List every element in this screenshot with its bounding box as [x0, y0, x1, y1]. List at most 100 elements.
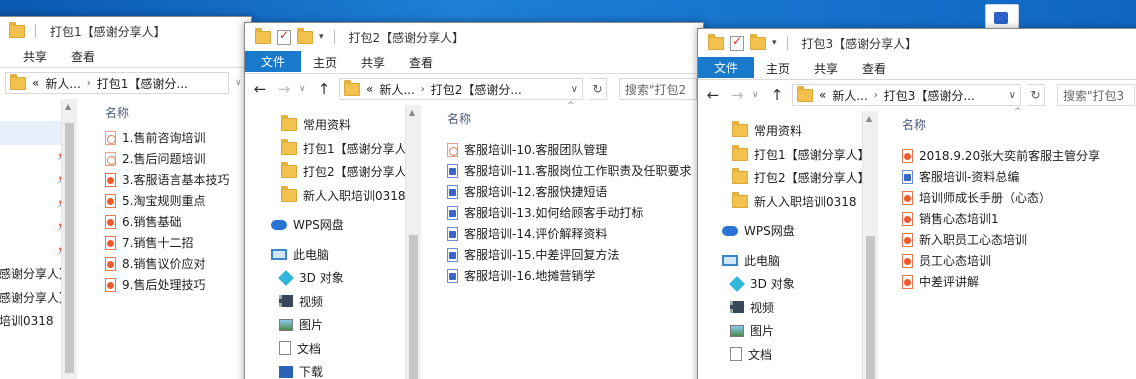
- tab-view[interactable]: 查看: [850, 57, 898, 79]
- nav-item-this-pc[interactable]: 此电脑: [245, 243, 421, 267]
- nav-item-pictures[interactable]: 图片: [698, 319, 878, 343]
- navigation-scrollbar[interactable]: ▲: [862, 111, 878, 379]
- explorer-window-1[interactable]: 打包1【感谢分享人】 共享 查看 « 新人... › 打包1【感谢分... ∨ …: [0, 16, 252, 379]
- explorer-window-2[interactable]: ▾ 打包2【感谢分享人】 文件 主页 共享 查看 ← → ∨ ↑ « 新人...…: [244, 22, 704, 379]
- back-arrow-icon[interactable]: ←: [704, 86, 722, 104]
- address-bar[interactable]: « 新人... › 打包2【感谢分... ∨: [339, 78, 583, 100]
- breadcrumb-item[interactable]: 打包3【感谢分...: [884, 87, 975, 104]
- nav-item-documents[interactable]: 文档: [698, 343, 878, 367]
- nav-item-3d[interactable]: 3D 对象: [698, 272, 878, 296]
- file-item[interactable]: 2.售后问题培训: [97, 148, 251, 169]
- tab-view[interactable]: 查看: [59, 45, 107, 67]
- new-folder-icon[interactable]: [297, 27, 313, 44]
- breadcrumb-item[interactable]: 新人...: [379, 81, 414, 98]
- explorer-window-3[interactable]: ▾ 打包3【感谢分享人】 文件 主页 共享 查看 ← → ∨ ↑ « 新人...…: [697, 28, 1136, 379]
- file-item[interactable]: 销售心态培训1: [894, 208, 1136, 229]
- nav-item-video[interactable]: 视频: [698, 296, 878, 320]
- file-item[interactable]: 客服培训-12.客服快捷短语: [439, 181, 703, 202]
- nav-item-this-pc[interactable]: 此电脑: [698, 249, 878, 273]
- nav-item-newhire[interactable]: 新人入职培训0318: [698, 190, 878, 214]
- scroll-up-icon[interactable]: ▲: [65, 102, 71, 111]
- nav-item-3d[interactable]: 3D 对象: [245, 266, 421, 290]
- recent-locations-icon[interactable]: ∨: [299, 84, 309, 94]
- refresh-icon[interactable]: ↻: [589, 78, 607, 100]
- nav-item-wps-cloud[interactable]: WPS网盘: [698, 219, 878, 243]
- chevron-right-icon[interactable]: ›: [421, 84, 425, 95]
- customize-dropdown-icon[interactable]: ▾: [319, 32, 324, 42]
- chevron-right-icon[interactable]: ›: [874, 90, 878, 101]
- breadcrumb-item[interactable]: 打包1【感谢分...: [97, 75, 188, 92]
- nav-item-video[interactable]: 视频: [245, 290, 421, 314]
- breadcrumb-overflow[interactable]: «: [819, 88, 826, 102]
- file-item[interactable]: 9.售后处理技巧: [97, 274, 251, 295]
- search-input[interactable]: 搜索"打包3: [1057, 84, 1135, 106]
- tab-share[interactable]: 共享: [349, 51, 397, 73]
- file-item[interactable]: 培训师成长手册（心态）: [894, 187, 1136, 208]
- breadcrumb-overflow[interactable]: «: [366, 82, 373, 96]
- file-item[interactable]: 员工心态培训: [894, 250, 1136, 271]
- nav-item-common[interactable]: 常用资料: [698, 119, 878, 143]
- file-item[interactable]: 3.客服语言基本技巧: [97, 169, 251, 190]
- file-item[interactable]: 客服培训-11.客服岗位工作职责及任职要求: [439, 160, 703, 181]
- file-item[interactable]: 中差评讲解: [894, 271, 1136, 292]
- file-item[interactable]: 客服培训-13.如何给顾客手动打标: [439, 202, 703, 223]
- title-bar[interactable]: ▾ 打包3【感谢分享人】: [698, 29, 1136, 57]
- breadcrumb-item[interactable]: 新人...: [45, 75, 80, 92]
- file-item[interactable]: 客服培训-资料总编: [894, 166, 1136, 187]
- chevron-right-icon[interactable]: ›: [87, 78, 91, 89]
- nav-item-pack2[interactable]: 打包2【感谢分享人】: [698, 166, 878, 190]
- file-item[interactable]: 5.淘宝规则重点: [97, 190, 251, 211]
- file-item[interactable]: 6.销售基础: [97, 211, 251, 232]
- title-bar[interactable]: ▾ 打包2【感谢分享人】: [245, 23, 703, 51]
- new-folder-icon[interactable]: [750, 33, 766, 50]
- file-item[interactable]: 2018.9.20张大奕前客服主管分享: [894, 145, 1136, 166]
- scrollbar-thumb[interactable]: [65, 123, 74, 373]
- breadcrumb-item[interactable]: 新人...: [832, 87, 867, 104]
- search-input[interactable]: 搜索"打包2: [619, 78, 697, 100]
- file-item[interactable]: 8.销售议价应对: [97, 253, 251, 274]
- tab-file[interactable]: 文件: [698, 57, 755, 78]
- tab-file[interactable]: 文件: [245, 51, 302, 72]
- navigation-pane[interactable]: 常用资料 打包1【感谢分享人】 打包2【感谢分享人】 新人入职培训0318 WP…: [245, 105, 421, 379]
- chevron-down-icon[interactable]: ∨: [1009, 90, 1016, 101]
- nav-item-pack1[interactable]: 打包1【感谢分享人】: [698, 143, 878, 167]
- nav-item-pack1[interactable]: 打包1【感谢分享人】: [245, 137, 421, 161]
- properties-icon[interactable]: [730, 34, 744, 51]
- tab-view[interactable]: 查看: [397, 51, 445, 73]
- folder-icon[interactable]: [255, 27, 271, 44]
- up-arrow-icon[interactable]: ↑: [768, 86, 786, 104]
- file-item[interactable]: 客服培训-14.评价解释资料: [439, 223, 703, 244]
- nav-item-pictures[interactable]: 图片: [245, 313, 421, 337]
- tab-share[interactable]: 共享: [0, 45, 59, 67]
- nav-item-pack2[interactable]: 打包2【感谢分享人】: [245, 160, 421, 184]
- customize-dropdown-icon[interactable]: ▾: [772, 38, 777, 48]
- chevron-down-icon[interactable]: ∨: [571, 84, 578, 95]
- column-header-name[interactable]: 名称: [97, 99, 251, 121]
- nav-item-wps-cloud[interactable]: WPS网盘: [245, 213, 421, 237]
- file-item[interactable]: 7.销售十二招: [97, 232, 251, 253]
- title-bar[interactable]: 打包1【感谢分享人】: [0, 17, 251, 45]
- forward-arrow-icon[interactable]: →: [275, 80, 293, 98]
- file-item[interactable]: 客服培训-16.地摊营销学: [439, 265, 703, 286]
- scroll-up-icon[interactable]: ▲: [866, 114, 872, 123]
- column-header-name[interactable]: 名称 ^: [439, 101, 703, 127]
- file-item[interactable]: 新入职员工心态培训: [894, 229, 1136, 250]
- scrollbar-thumb[interactable]: [866, 236, 875, 379]
- nav-item-documents[interactable]: 文档: [245, 337, 421, 361]
- breadcrumb-item[interactable]: 打包2【感谢分...: [431, 81, 522, 98]
- file-item[interactable]: 客服培训-10.客服团队管理: [439, 139, 703, 160]
- tab-home[interactable]: 主页: [301, 51, 349, 73]
- scrollbar-thumb[interactable]: [409, 235, 418, 379]
- nav-item-downloads[interactable]: 下载: [245, 360, 421, 379]
- nav-item-common[interactable]: 常用资料: [245, 113, 421, 137]
- file-item[interactable]: 1.售前咨询培训: [97, 127, 251, 148]
- file-item[interactable]: 客服培训-15.中差评回复方法: [439, 244, 703, 265]
- nav-item-newhire[interactable]: 新人入职培训0318: [245, 184, 421, 208]
- address-bar[interactable]: « 新人... › 打包3【感谢分... ∨: [792, 84, 1021, 106]
- navigation-pane[interactable]: 常用资料 打包1【感谢分享人】 打包2【感谢分享人】 新人入职培训0318 WP…: [698, 111, 878, 379]
- tab-share[interactable]: 共享: [802, 57, 850, 79]
- tab-home[interactable]: 主页: [754, 57, 802, 79]
- folder-icon[interactable]: [708, 33, 724, 50]
- properties-icon[interactable]: [277, 28, 291, 45]
- forward-arrow-icon[interactable]: →: [728, 86, 746, 104]
